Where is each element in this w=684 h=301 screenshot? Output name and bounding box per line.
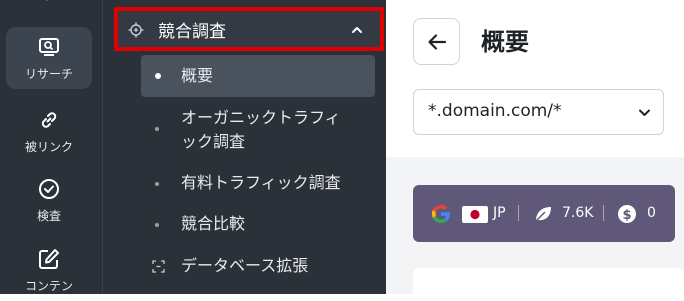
rail-item-research[interactable]: リサーチ (6, 27, 92, 89)
menu-item-label: 競合比較 (181, 214, 246, 233)
chevron-down-icon (639, 109, 650, 116)
traffic-value: 7.6K (562, 205, 594, 221)
chevron-up-icon[interactable] (350, 23, 364, 37)
divider (603, 205, 604, 221)
rail-item-label: リサーチ (24, 66, 73, 81)
rail-item-backlinks[interactable]: 被リンク (6, 100, 92, 162)
menu-item-database-expansion[interactable]: データベース拡張 (141, 253, 375, 281)
rail-item-top[interactable]: ツ (6, 0, 92, 26)
leaf-icon (535, 207, 551, 222)
stats-card: JP 7.6K $ 0 (413, 185, 675, 242)
menu-item-organic-traffic[interactable]: オーガニックトラフィ ック調査 (141, 105, 375, 159)
domain-select[interactable]: *.domain.com/* (413, 89, 664, 135)
menu-item-label: 有料トラフィック調査 (181, 173, 341, 192)
menu-item-paid-traffic[interactable]: 有料トラフィック調査 (141, 170, 375, 198)
rail-item-label: 被リンク (24, 139, 73, 154)
back-button[interactable] (413, 18, 460, 65)
edit-icon (39, 248, 59, 269)
research-icon (39, 37, 59, 56)
section-competitor-research[interactable]: 競合調査 (114, 7, 384, 51)
country-code: JP (493, 205, 506, 221)
svg-text:$: $ (622, 208, 631, 223)
expand-icon (152, 260, 165, 273)
rail-item-content[interactable]: コンテン (6, 239, 92, 301)
dollar-icon: $ (618, 205, 636, 223)
menu-item-competitor-comparison[interactable]: 競合比較 (141, 211, 375, 239)
arrow-left-icon (427, 33, 446, 50)
target-icon (128, 22, 144, 38)
section-title: 競合調査 (158, 21, 226, 42)
google-icon (432, 205, 450, 223)
rail-item-label: コンテン (24, 278, 73, 293)
domain-select-value: *.domain.com/* (428, 101, 562, 121)
cost-value: 0 (647, 205, 656, 221)
rail-item-label: ツ (43, 0, 55, 4)
menu-item-label-line2: ック調査 (181, 132, 246, 151)
menu-item-label-line1: オーガニックトラフィ (181, 108, 341, 127)
divider (518, 205, 519, 221)
menu-item-label: 概要 (181, 66, 214, 85)
sub-navigation: 競合調査 概要 オーガニックトラフィ ック調査 有料トラフィック調査 競合比較 … (103, 0, 386, 294)
rail-item-label: 検査 (36, 208, 61, 223)
menu-item-label: データベース拡張 (181, 256, 309, 275)
bullet-icon (155, 223, 159, 227)
bullet-icon (155, 127, 159, 131)
bullet-icon (155, 182, 159, 186)
menu-item-overview[interactable]: 概要 (141, 55, 375, 97)
link-icon (41, 111, 57, 128)
japan-flag-icon (462, 206, 488, 223)
icon-rail: ツ リサーチ 被リンク 検査 コンテン (0, 0, 103, 294)
check-circle-icon (39, 178, 59, 199)
bullet-icon (155, 73, 161, 79)
page-title: 概要 (481, 28, 529, 56)
rail-item-audit[interactable]: 検査 (6, 169, 92, 231)
